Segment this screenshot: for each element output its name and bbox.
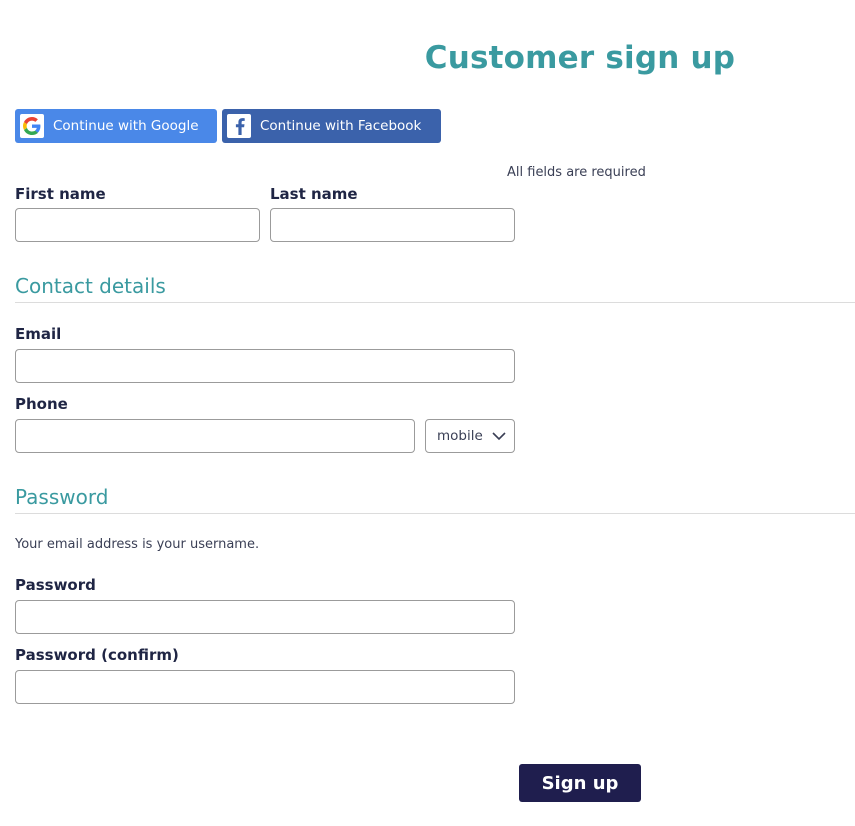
last-name-input[interactable] [270, 208, 515, 242]
facebook-f-icon [227, 114, 251, 138]
email-label: Email [15, 325, 62, 343]
google-g-icon [20, 114, 44, 138]
contact-section-divider [15, 302, 855, 303]
password-heading: Password [15, 485, 109, 509]
username-hint: Your email address is your username. [15, 537, 260, 552]
phone-label: Phone [15, 395, 68, 413]
required-fields-note: All fields are required [507, 165, 646, 180]
email-input[interactable] [15, 349, 515, 383]
password-confirm-label: Password (confirm) [15, 646, 179, 664]
continue-with-google-button[interactable]: Continue with Google [15, 109, 217, 143]
password-input[interactable] [15, 600, 515, 634]
last-name-label: Last name [270, 185, 358, 203]
contact-details-heading: Contact details [15, 274, 166, 298]
continue-with-facebook-button[interactable]: Continue with Facebook [222, 109, 441, 143]
signup-page: Customer sign up Continue with Google Co… [0, 0, 855, 826]
password-label: Password [15, 576, 96, 594]
sign-up-button[interactable]: Sign up [519, 764, 641, 802]
facebook-button-label: Continue with Facebook [260, 118, 422, 134]
password-confirm-input[interactable] [15, 670, 515, 704]
first-name-input[interactable] [15, 208, 260, 242]
phone-input[interactable] [15, 419, 415, 453]
phone-type-selected-value: mobile [437, 428, 483, 444]
page-title: Customer sign up [424, 40, 736, 76]
google-button-label: Continue with Google [53, 118, 199, 134]
first-name-label: First name [15, 185, 106, 203]
phone-type-select[interactable]: mobile [425, 419, 515, 453]
password-section-divider [15, 513, 855, 514]
chevron-down-icon [492, 432, 506, 441]
